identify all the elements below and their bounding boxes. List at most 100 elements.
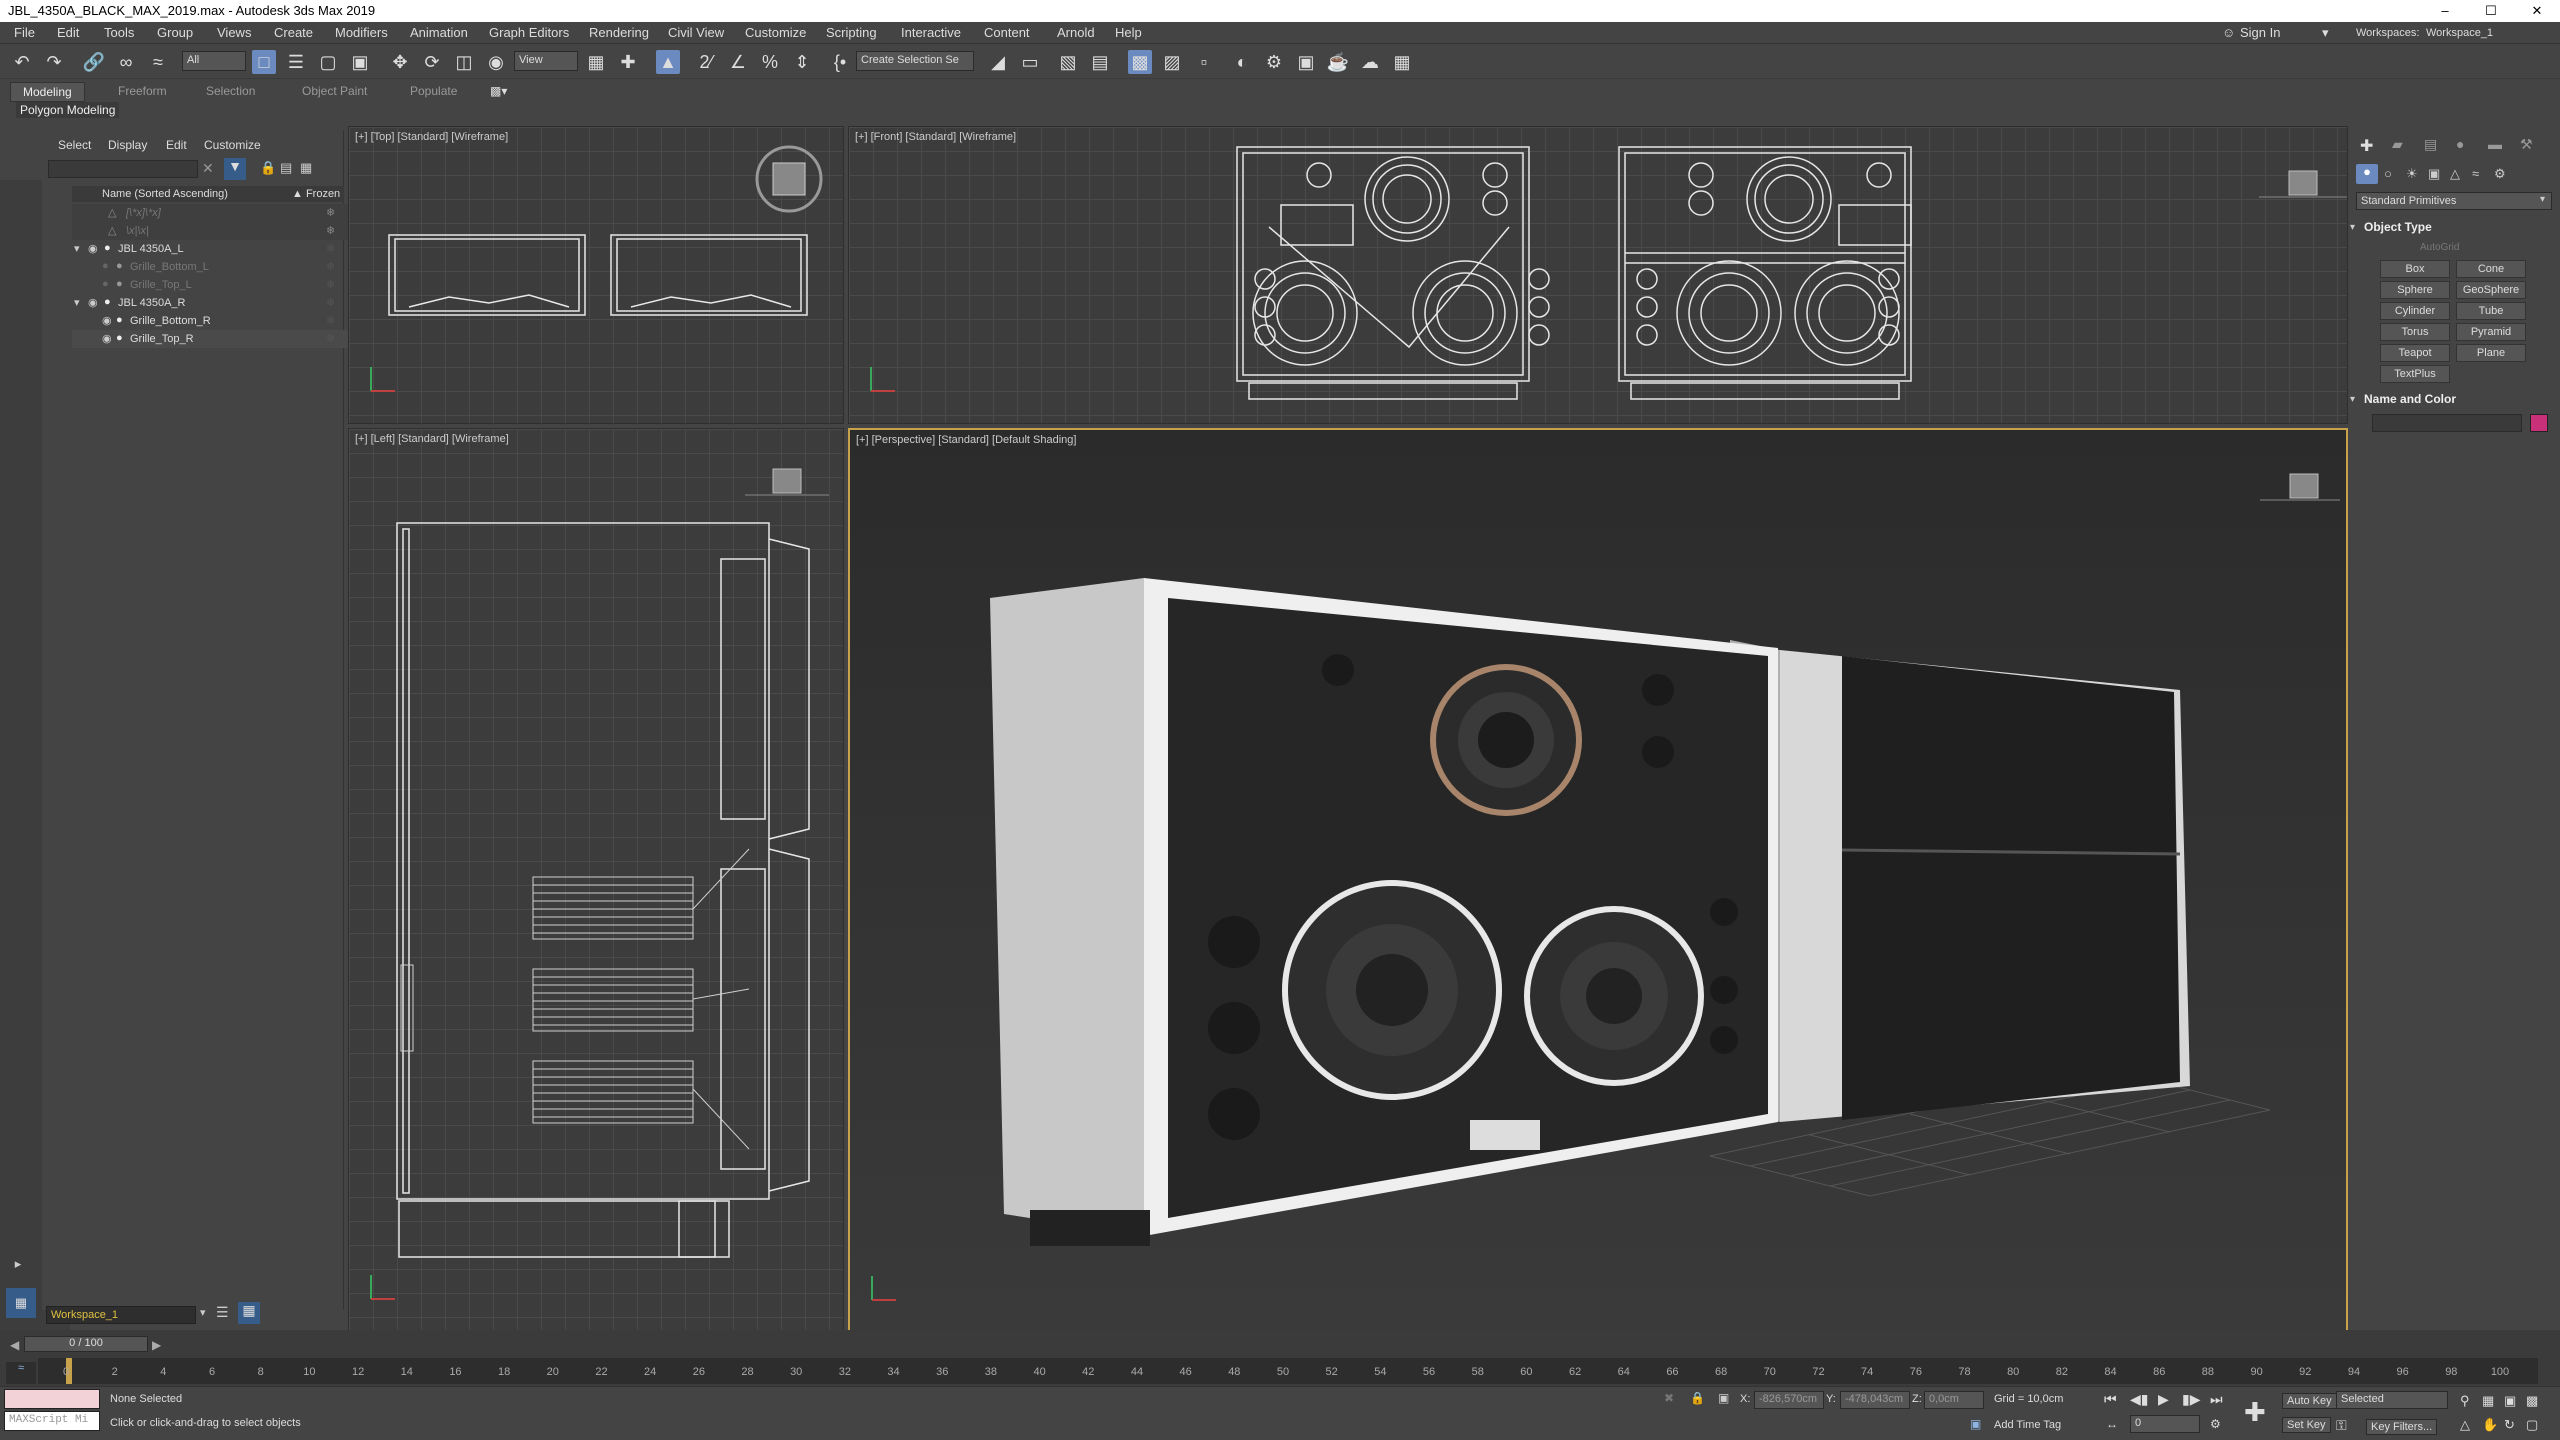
scene-tab-display[interactable]: Display <box>108 138 147 152</box>
material-editor-icon[interactable]: ◐ <box>1230 50 1254 74</box>
display-tab-icon[interactable]: ▬ <box>2488 136 2502 152</box>
scene-row[interactable]: △ [\*x]\*x] ❄ <box>72 204 374 222</box>
add-time-tag[interactable]: Add Time Tag <box>1994 1419 2061 1431</box>
select-manipulate-icon[interactable]: ✚ <box>616 50 640 74</box>
cameras-icon[interactable]: ▣ <box>2428 166 2440 182</box>
z-coordinate-field[interactable]: 0,0cm <box>1924 1391 1984 1409</box>
geometry-icon[interactable]: ● <box>2356 164 2378 184</box>
expand-strip-icon[interactable]: ▸ <box>8 1254 28 1274</box>
object-type-header[interactable]: Object Type <box>2364 220 2432 234</box>
lights-icon[interactable]: ☀ <box>2406 166 2418 182</box>
hierarchy-tab-icon[interactable]: ▤ <box>2424 136 2437 153</box>
filter-toggle-button-icon[interactable]: ▼ <box>224 158 246 180</box>
window-crossing-icon[interactable]: ▣ <box>348 50 372 74</box>
redo-icon[interactable]: ↷ <box>42 50 66 74</box>
scene-explorer-mode-icon[interactable]: ▦ <box>238 1302 260 1324</box>
key-filter-selected-dropdown[interactable]: Selected <box>2336 1391 2448 1409</box>
a360-gallery-icon[interactable]: ▦ <box>1390 50 1414 74</box>
menu-graph-editors[interactable]: Graph Editors <box>489 25 569 40</box>
polygon-modeling-panel[interactable]: Polygon Modeling <box>16 102 120 118</box>
scene-row[interactable]: ◉ ● Grille_Top_R ❄ <box>72 330 374 348</box>
time-config-icon[interactable]: ⚙ <box>2210 1417 2221 1431</box>
align-icon[interactable]: ▭ <box>1018 50 1042 74</box>
go-to-end-icon[interactable]: ⏭ <box>2210 1391 2223 1408</box>
spinner-snap-icon[interactable]: ⇕ <box>790 50 814 74</box>
viewport-top-label[interactable]: [+] [Top] [Standard] [Wireframe] <box>355 131 508 143</box>
close-button[interactable]: ✕ <box>2514 0 2560 22</box>
geosphere-button[interactable]: GeoSphere <box>2456 281 2526 299</box>
layer-view-icon[interactable]: ▦ <box>300 160 312 176</box>
create-tab-icon[interactable]: ✚ <box>2360 136 2373 156</box>
toggle-ribbon-icon[interactable]: ▩ <box>1128 50 1152 74</box>
lock-icon[interactable]: 🔒 <box>260 160 276 176</box>
viewport-left-label[interactable]: [+] [Left] [Standard] [Wireframe] <box>355 433 509 445</box>
undo-icon[interactable]: ↶ <box>10 50 34 74</box>
zoom-all-icon[interactable]: ▦ <box>2482 1393 2494 1409</box>
set-key-button[interactable]: Set Key <box>2282 1417 2331 1433</box>
maxscript-input[interactable]: MAXScript Mi <box>4 1411 100 1431</box>
x-coordinate-field[interactable]: -826,570cm <box>1754 1391 1824 1409</box>
menu-civil-view[interactable]: Civil View <box>668 25 724 40</box>
absolute-mode-icon[interactable]: ▣ <box>1718 1391 1729 1405</box>
helpers-icon[interactable]: △ <box>2450 166 2460 182</box>
sign-in-button[interactable]: Sign In <box>2240 25 2280 40</box>
hierarchy-view-icon[interactable]: ▤ <box>280 160 292 176</box>
workspace-field[interactable]: Workspace_1 <box>46 1306 196 1324</box>
bind-space-warp-icon[interactable]: ≈ <box>146 50 170 74</box>
dropdown-chevron-icon[interactable]: ▾ <box>2540 194 2545 205</box>
menu-views[interactable]: Views <box>217 25 251 40</box>
ribbon-options-icon[interactable]: ▩▾ <box>490 84 507 98</box>
key-mode-icon[interactable]: ↔ <box>2106 1417 2118 1431</box>
key-filters-button[interactable]: Key Filters... <box>2366 1419 2438 1435</box>
object-name-input[interactable] <box>2372 414 2522 432</box>
tab-modeling[interactable]: Modeling <box>10 82 85 102</box>
y-coordinate-field[interactable]: -478,043cm <box>1840 1391 1910 1409</box>
maxscript-listener-mini[interactable] <box>4 1389 100 1409</box>
render-setup-icon[interactable]: ⚙ <box>1262 50 1286 74</box>
scene-tab-edit[interactable]: Edit <box>166 138 187 152</box>
torus-button[interactable]: Torus <box>2380 323 2450 341</box>
workspace-dropdown-icon[interactable]: ▾ <box>200 1306 206 1319</box>
menu-customize[interactable]: Customize <box>745 25 806 40</box>
time-slider[interactable]: 0 / 100 <box>24 1336 148 1352</box>
spacewarps-icon[interactable]: ≈ <box>2472 166 2479 181</box>
place-icon[interactable]: ◉ <box>484 50 508 74</box>
tube-button[interactable]: Tube <box>2456 302 2526 320</box>
reference-coord-dropdown[interactable]: View <box>514 51 578 71</box>
select-by-name-icon[interactable]: ☰ <box>284 50 308 74</box>
menu-modifiers[interactable]: Modifiers <box>335 25 388 40</box>
play-icon[interactable]: ▶ <box>2158 1391 2169 1408</box>
viewport-front-label[interactable]: [+] [Front] [Standard] [Wireframe] <box>855 131 1016 143</box>
tab-populate[interactable]: Populate <box>410 84 457 98</box>
layers-icon[interactable]: ☰ <box>216 1304 229 1321</box>
teapot-button[interactable]: Teapot <box>2380 344 2450 362</box>
viewport-perspective-label[interactable]: [+] [Perspective] [Standard] [Default Sh… <box>856 434 1076 446</box>
primitive-type-dropdown[interactable]: Standard Primitives <box>2356 192 2552 210</box>
scene-tab-select[interactable]: Select <box>58 138 91 152</box>
auto-key-button[interactable]: Auto Key <box>2282 1393 2337 1409</box>
pivot-center-icon[interactable]: ▦ <box>584 50 608 74</box>
pan-icon[interactable]: ✋ <box>2482 1417 2498 1433</box>
menu-interactive[interactable]: Interactive <box>901 25 961 40</box>
box-button[interactable]: Box <box>2380 260 2450 278</box>
isolate-icon[interactable]: ✖ <box>1664 1391 1674 1405</box>
keyboard-shortcut-override-icon[interactable]: ▲ <box>656 50 680 74</box>
textplus-button[interactable]: TextPlus <box>2380 365 2450 383</box>
zoom-extents-icon[interactable]: ▣ <box>2504 1393 2516 1409</box>
field-of-view-icon[interactable]: △ <box>2460 1417 2470 1433</box>
selection-lock-icon[interactable]: 🔒 <box>1690 1391 1705 1405</box>
region-select-icon[interactable]: ▢ <box>316 50 340 74</box>
scale-icon[interactable]: ◫ <box>452 50 476 74</box>
minimize-button[interactable]: – <box>2422 0 2468 22</box>
modify-tab-icon[interactable]: ▰ <box>2392 136 2403 153</box>
select-object-icon[interactable]: □ <box>252 50 276 74</box>
tab-freeform[interactable]: Freeform <box>118 84 167 98</box>
menu-scripting[interactable]: Scripting <box>826 25 877 40</box>
edit-named-sets-icon[interactable]: {• <box>828 50 852 74</box>
cylinder-button[interactable]: Cylinder <box>2380 302 2450 320</box>
scene-explorer-toggle-icon[interactable]: ▧ <box>1056 50 1080 74</box>
menu-tools[interactable]: Tools <box>104 25 134 40</box>
zoom-extents-all-icon[interactable]: ▩ <box>2526 1393 2538 1409</box>
utilities-tab-icon[interactable]: ⚒ <box>2520 136 2533 153</box>
menu-create[interactable]: Create <box>274 25 313 40</box>
